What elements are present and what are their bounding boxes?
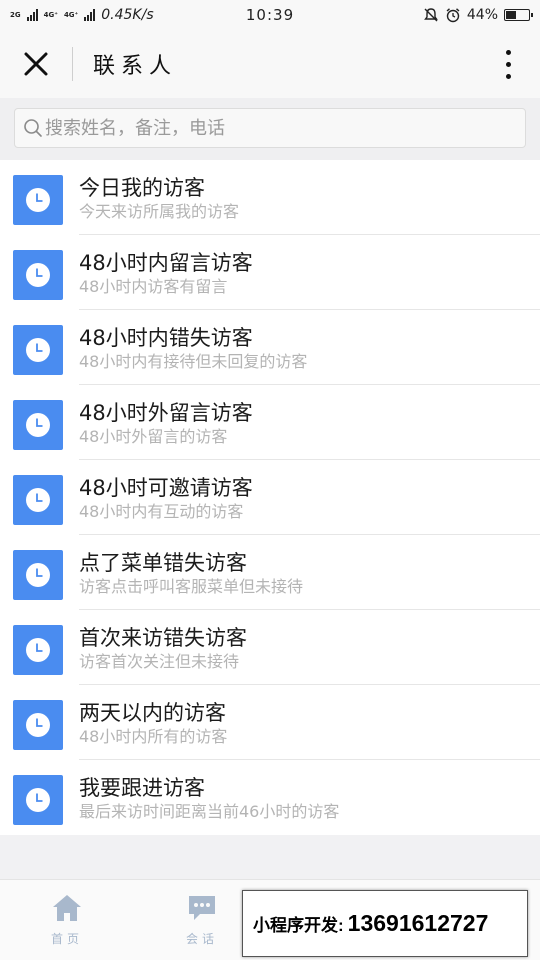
list-item[interactable]: 48小时外留言访客 48小时外留言的访客 (0, 385, 540, 460)
status-right: 44% (423, 7, 533, 23)
list-item-title: 首次来访错失访客 (79, 626, 247, 650)
clock-tile (13, 325, 63, 375)
search-input[interactable] (45, 117, 515, 139)
search-box[interactable] (14, 108, 526, 148)
alarm-icon (446, 8, 460, 23)
page-title: 联系人 (93, 54, 178, 79)
list-item[interactable]: 我要跟进访客最后来访时间距离当前46小时的访客 (0, 760, 540, 835)
list-item[interactable]: 两天以内的访客 48小时内所有的访客 (0, 685, 540, 760)
home-icon (53, 895, 81, 921)
signal-icon (26, 9, 38, 21)
clock-tile (13, 175, 63, 225)
list-item[interactable]: 首次来访错失访客访客首次关注但未接待 (0, 610, 540, 685)
list-item[interactable]: 48小时内留言访客 48小时内访客有留言 (0, 235, 540, 310)
list-item-text: 点了菜单错失访客访客点击呼叫客服菜单但未接待 (79, 549, 530, 597)
clock-icon (26, 563, 50, 587)
network-type-3: 4G⁺ (63, 10, 79, 19)
list-item-title: 48小时内错失访客 (79, 326, 253, 350)
tab-chat[interactable]: 会话 (167, 892, 237, 954)
list-item-subtitle: 访客点击呼叫客服菜单但未接待 (79, 577, 304, 596)
list-item-text: 首次来访错失访客访客首次关注但未接待 (79, 624, 530, 672)
clock-tile (13, 625, 63, 675)
list-item-text: 今日我的访客今天来访所属我的访客 (79, 174, 530, 222)
chat-icon (189, 896, 215, 920)
clock-icon (26, 788, 50, 812)
list-item-subtitle: 今天来访所属我的访客 (79, 202, 240, 221)
network-type-1: 2G (10, 10, 21, 19)
status-bar: 2G 4G⁺ 4G⁺ 0.45K/s 10:39 44% (0, 0, 540, 30)
clock-icon (26, 263, 50, 287)
status-left: 2G 4G⁺ 4G⁺ 0.45K/s (10, 7, 154, 23)
battery-icon (504, 9, 533, 21)
tab-home-label: 首页 (50, 932, 83, 946)
ad-phone: 13691612727 (347, 910, 489, 936)
network-speed: 0.45K/s (101, 7, 154, 23)
list-item-subtitle: 48小时内有接待但未回复的访客 (79, 352, 308, 371)
list-item-text: 48小时内错失访客 48小时内有接待但未回复的访客 (79, 324, 530, 372)
battery-percent: 44% (466, 7, 498, 23)
list-item-subtitle: 访客首次关注但未接待 (79, 652, 240, 671)
list-item-text: 两天以内的访客 48小时内所有的访客 (79, 699, 530, 747)
clock-icon (26, 338, 50, 362)
clock-tile (13, 775, 63, 825)
search-icon (24, 119, 42, 137)
clock-tile (13, 400, 63, 450)
clock-icon (26, 188, 50, 212)
visitor-filter-list: 今日我的访客 今天来访所属我的访客 48小时内留言访客 48小时内访客有留言 48小时内… (0, 160, 540, 835)
clock-icon (26, 638, 50, 662)
tab-chat-label: 会话 (185, 932, 218, 946)
ad-label: 小程序开发: (253, 916, 344, 935)
list-item[interactable]: 今日我的访客今天来访所属我的访客 (0, 160, 540, 235)
ad-banner: 小程序开发: 13691612727 (242, 890, 528, 957)
list-item-subtitle: 48小时内所有的访客 (79, 727, 228, 746)
bell-muted-icon (423, 8, 438, 22)
list-item-text: 48小时内留言访客 48小时内访客有留言 (79, 249, 530, 297)
list-item[interactable]: 48小时内错失访客 48小时内有接待但未回复的访客 (0, 310, 540, 385)
header: 联系人 (0, 30, 540, 98)
list-item-title: 48小时外留言访客 (79, 401, 253, 425)
list-item-title: 48小时可邀请访客 (79, 476, 253, 500)
list-item-text: 我要跟进访客最后来访时间距离当前46小时的访客 (79, 774, 530, 822)
list-item-subtitle: 48小时内有互动的访客 (79, 502, 244, 521)
network-type-2: 4G⁺ (43, 10, 58, 19)
list-item[interactable]: 48小时可邀请访客 48小时内有互动的访客 (0, 460, 540, 535)
clock-tile (13, 475, 63, 525)
close-button[interactable] (0, 30, 72, 98)
list-item-title: 48小时内留言访客 (79, 251, 253, 275)
list-item-subtitle: 最后来访时间距离当前46小时的访客 (79, 802, 340, 821)
clock-tile (13, 700, 63, 750)
list-item-subtitle: 48小时外留言的访客 (79, 427, 228, 446)
list-item-title: 我要跟进访客 (79, 776, 205, 800)
close-icon (24, 52, 48, 76)
list-item-text: 48小时外留言访客 48小时外留言的访客 (79, 399, 530, 447)
clock-icon (26, 713, 50, 737)
list-item-text: 48小时可邀请访客 48小时内有互动的访客 (79, 474, 530, 522)
clock-icon (26, 413, 50, 437)
clock-icon (26, 488, 50, 512)
status-time: 10:39 (245, 6, 295, 24)
list-item-title: 两天以内的访客 (79, 701, 226, 725)
tab-home[interactable]: 首页 (32, 892, 102, 954)
signal-icon-2 (84, 9, 96, 21)
list-item-title: 今日我的访客 (79, 176, 205, 200)
clock-tile (13, 550, 63, 600)
more-button[interactable] (498, 44, 518, 84)
list-item[interactable]: 点了菜单错失访客访客点击呼叫客服菜单但未接待 (0, 535, 540, 610)
more-vertical-icon (505, 49, 511, 55)
list-item-subtitle: 48小时内访客有留言 (79, 277, 228, 296)
header-divider (72, 47, 73, 81)
search-area (0, 98, 540, 160)
clock-tile (13, 250, 63, 300)
list-item-title: 点了菜单错失访客 (79, 551, 247, 575)
